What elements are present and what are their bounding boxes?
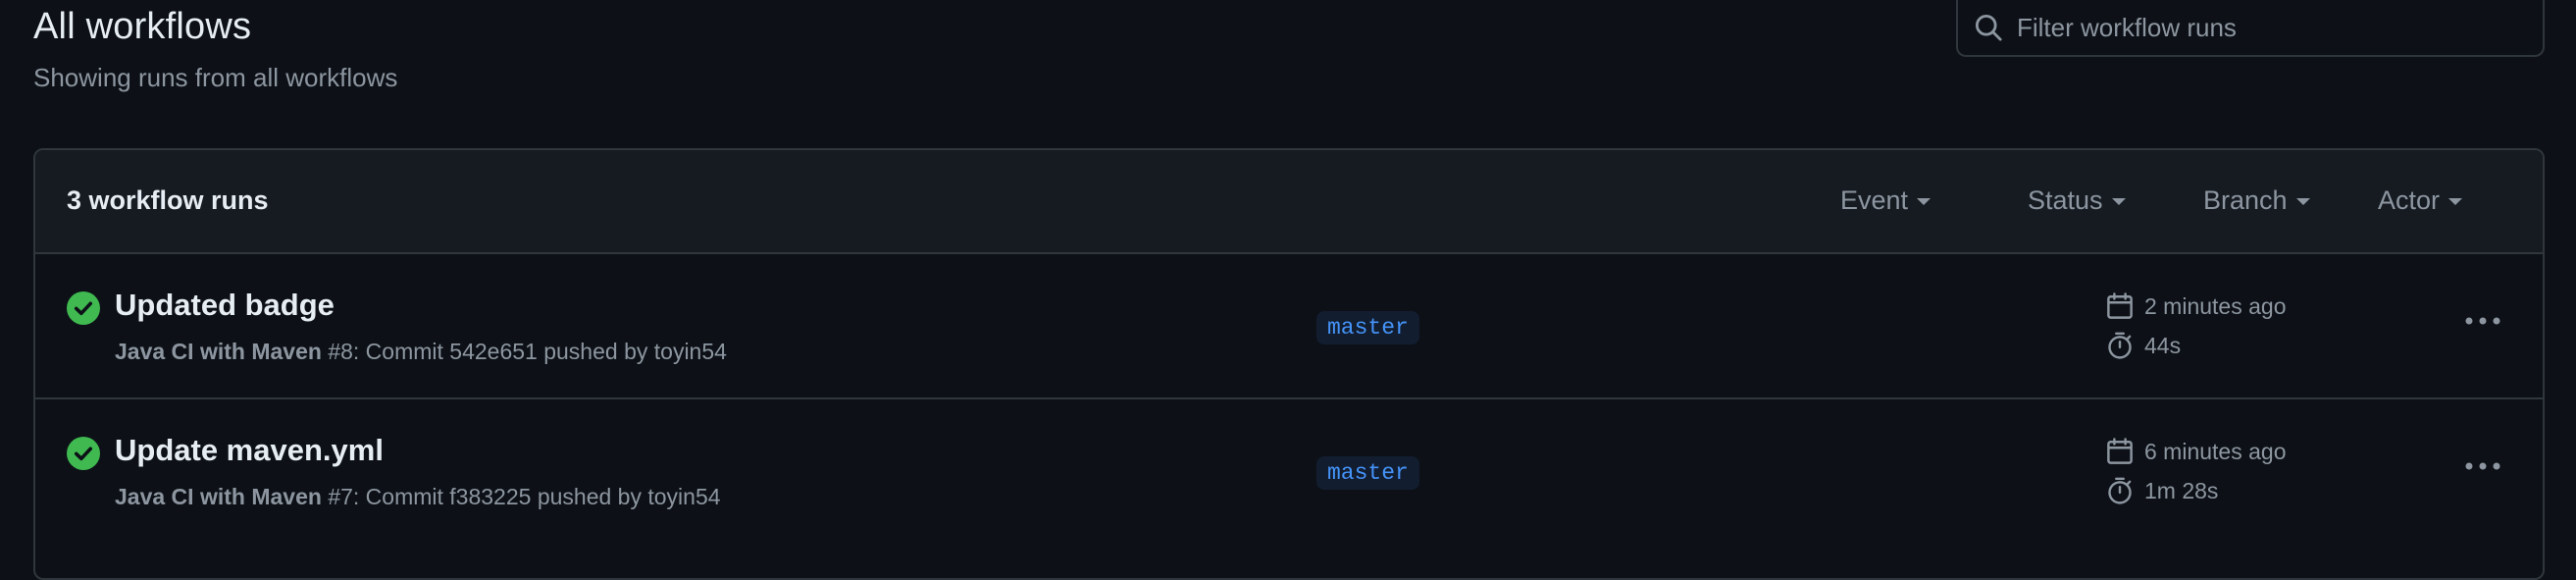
workflow-run-row[interactable]: Updated badge Java CI with Maven #8: Com… (35, 254, 2543, 399)
run-count: 3 workflow runs (67, 185, 269, 215)
filter-workflow-runs[interactable] (1956, 0, 2545, 57)
calendar-icon (2107, 292, 2133, 319)
caret-down-icon (1917, 198, 1932, 205)
runs-box-header: 3 workflow runs Event Status Branch Acto… (35, 150, 2543, 254)
run-number: #8 (328, 339, 353, 364)
workflow-name: Java CI with Maven (115, 339, 322, 364)
caret-down-icon (2448, 198, 2463, 205)
workflow-name: Java CI with Maven (115, 484, 322, 509)
run-title-link[interactable]: Updated badge (115, 288, 335, 323)
workflow-run-row[interactable]: Update maven.yml Java CI with Maven #7: … (35, 399, 2543, 545)
run-detail: : Commit f383225 pushed by toyin54 (352, 484, 721, 509)
run-duration-text: 44s (2144, 332, 2182, 358)
stopwatch-icon (2108, 332, 2132, 359)
calendar-icon (2107, 438, 2133, 464)
run-meta: Java CI with Maven #7: Commit f383225 pu… (115, 484, 721, 510)
run-number: #7 (328, 484, 353, 509)
branch-filter-dropdown[interactable]: Branch (2203, 185, 2310, 216)
run-duration-text: 1m 28s (2144, 477, 2219, 503)
run-duration: 1m 28s (2105, 476, 2218, 505)
event-filter-dropdown[interactable]: Event (1840, 185, 1932, 216)
status-filter-label: Status (2028, 185, 2103, 215)
branch-label[interactable]: master (1316, 311, 1419, 344)
filter-input[interactable] (2003, 0, 2543, 55)
run-started-text: 6 minutes ago (2144, 438, 2287, 464)
run-meta: Java CI with Maven #8: Commit 542e651 pu… (115, 339, 727, 365)
actor-filter-dropdown[interactable]: Actor (2378, 185, 2463, 216)
page-subtitle: Showing runs from all workflows (33, 63, 398, 92)
search-icon (1975, 14, 2002, 41)
kebab-horizontal-icon[interactable] (2462, 305, 2503, 337)
branch-filter-label: Branch (2203, 185, 2288, 215)
run-detail: : Commit 542e651 pushed by toyin54 (352, 339, 727, 364)
stopwatch-icon (2108, 477, 2132, 504)
event-filter-label: Event (1840, 185, 1909, 215)
run-title-link[interactable]: Update maven.yml (115, 433, 384, 468)
caret-down-icon (2295, 198, 2310, 205)
caret-down-icon (2111, 198, 2126, 205)
run-duration: 44s (2105, 331, 2181, 360)
run-started: 2 minutes ago (2105, 291, 2286, 321)
run-started: 6 minutes ago (2105, 437, 2286, 466)
check-circle-icon (67, 291, 100, 325)
actor-filter-label: Actor (2378, 185, 2441, 215)
run-started-text: 2 minutes ago (2144, 292, 2287, 319)
branch-label[interactable]: master (1316, 456, 1419, 490)
kebab-horizontal-icon[interactable] (2462, 450, 2503, 482)
status-filter-dropdown[interactable]: Status (2028, 185, 2126, 216)
workflow-runs-box: 3 workflow runs Event Status Branch Acto… (33, 148, 2545, 580)
page-title: All workflows (33, 6, 252, 47)
check-circle-icon (67, 437, 100, 470)
